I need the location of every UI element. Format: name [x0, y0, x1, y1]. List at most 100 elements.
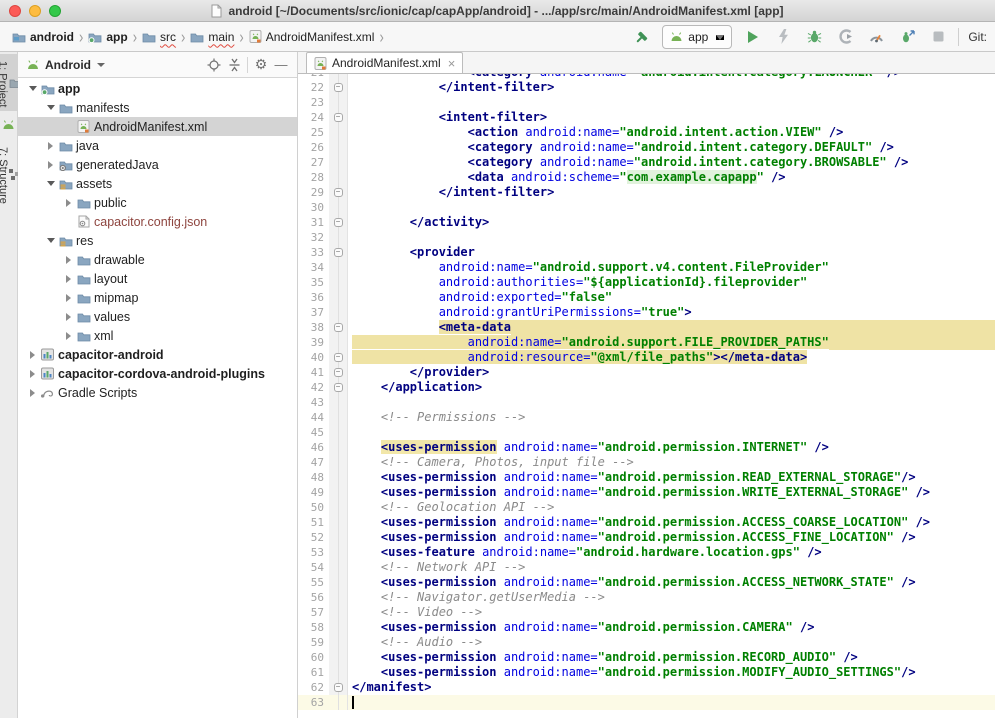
- collapse-all-icon[interactable]: [224, 55, 244, 75]
- tree-collapsed-arrow-icon[interactable]: [62, 199, 75, 207]
- code-line-30[interactable]: [348, 200, 995, 215]
- breadcrumb-item-main[interactable]: main: [188, 28, 236, 46]
- tree-item-values[interactable]: values: [18, 307, 297, 326]
- tree-item-capacitor-android[interactable]: capacitor-android: [18, 345, 297, 364]
- tree-collapsed-arrow-icon[interactable]: [62, 332, 75, 340]
- debug-button[interactable]: [803, 26, 825, 48]
- code-line-63[interactable]: [348, 695, 995, 710]
- code-line-46[interactable]: <uses-permission android:name="android.p…: [348, 440, 995, 455]
- fold-marker-icon[interactable]: −: [334, 113, 343, 122]
- apply-changes-icon[interactable]: [772, 26, 794, 48]
- code-line-44[interactable]: <!-- Permissions -->: [348, 410, 995, 425]
- code-line-60[interactable]: <uses-permission android:name="android.p…: [348, 650, 995, 665]
- android-strip-icon[interactable]: [2, 119, 15, 130]
- code-line-51[interactable]: <uses-permission android:name="android.p…: [348, 515, 995, 530]
- tree-collapsed-arrow-icon[interactable]: [44, 142, 57, 150]
- fold-marker-icon[interactable]: −: [334, 368, 343, 377]
- tree-collapsed-arrow-icon[interactable]: [44, 161, 57, 169]
- editor-tab-androidmanifest[interactable]: AndroidManifest.xml ×: [306, 52, 463, 73]
- code-line-54[interactable]: <!-- Network API -->: [348, 560, 995, 575]
- fold-marker-icon[interactable]: −: [334, 683, 343, 692]
- code-line-41[interactable]: </provider>: [348, 365, 995, 380]
- run-button[interactable]: [741, 26, 763, 48]
- locate-file-icon[interactable]: [204, 55, 224, 75]
- breadcrumb-item-android[interactable]: android: [10, 28, 76, 46]
- code-editor[interactable]: 2122−2324−2526272829−3031−3233−343536373…: [298, 74, 995, 718]
- tree-item-java[interactable]: java: [18, 136, 297, 155]
- code-line-37[interactable]: android:grantUriPermissions="true">: [348, 305, 995, 320]
- fold-marker-icon[interactable]: −: [334, 323, 343, 332]
- code-line-57[interactable]: <!-- Video -->: [348, 605, 995, 620]
- tree-item-generatedjava[interactable]: generatedJava: [18, 155, 297, 174]
- code-line-26[interactable]: <category android:name="android.intent.c…: [348, 140, 995, 155]
- tree-expanded-arrow-icon[interactable]: [44, 238, 57, 243]
- tree-item-res[interactable]: res: [18, 231, 297, 250]
- tree-item-public[interactable]: public: [18, 193, 297, 212]
- tree-item-gradle-scripts[interactable]: Gradle Scripts: [18, 383, 297, 402]
- minimize-window-button[interactable]: [29, 5, 41, 17]
- breadcrumb-item-app[interactable]: app: [86, 28, 129, 46]
- code-line-22[interactable]: </intent-filter>: [348, 80, 995, 95]
- coverage-icon[interactable]: [834, 26, 856, 48]
- tree-collapsed-arrow-icon[interactable]: [26, 389, 39, 397]
- settings-gear-icon[interactable]: ⚙: [251, 55, 271, 75]
- code-line-52[interactable]: <uses-permission android:name="android.p…: [348, 530, 995, 545]
- git-branch-label[interactable]: Git:: [968, 30, 987, 44]
- code-line-31[interactable]: </activity>: [348, 215, 995, 230]
- breadcrumb-item-src[interactable]: src: [140, 28, 178, 46]
- code-line-56[interactable]: <!-- Navigator.getUserMedia -->: [348, 590, 995, 605]
- tree-collapsed-arrow-icon[interactable]: [26, 370, 39, 378]
- code-line-45[interactable]: [348, 425, 995, 440]
- tree-expanded-arrow-icon[interactable]: [44, 181, 57, 186]
- fold-marker-icon[interactable]: −: [334, 353, 343, 362]
- tree-item-capacitor-config-json[interactable]: capacitor.config.json: [18, 212, 297, 231]
- tree-item-capacitor-cordova-android-plugins[interactable]: capacitor-cordova-android-plugins: [18, 364, 297, 383]
- attach-debugger-icon[interactable]: [896, 26, 918, 48]
- code-line-27[interactable]: <category android:name="android.intent.c…: [348, 155, 995, 170]
- stop-button[interactable]: [927, 26, 949, 48]
- tree-collapsed-arrow-icon[interactable]: [62, 313, 75, 321]
- zoom-window-button[interactable]: [49, 5, 61, 17]
- breadcrumb-item-androidmanifest-xml[interactable]: AndroidManifest.xml: [247, 28, 377, 46]
- tree-collapsed-arrow-icon[interactable]: [62, 294, 75, 302]
- code-line-34[interactable]: android:name="android.support.v4.content…: [348, 260, 995, 275]
- code-line-23[interactable]: [348, 95, 995, 110]
- run-configuration-select[interactable]: app: [662, 25, 732, 49]
- tree-item-manifests[interactable]: manifests: [18, 98, 297, 117]
- tree-item-app[interactable]: app: [18, 79, 297, 98]
- fold-marker-icon[interactable]: −: [334, 83, 343, 92]
- close-tab-icon[interactable]: ×: [448, 56, 456, 71]
- code-line-39[interactable]: android:name="android.support.FILE_PROVI…: [348, 335, 995, 350]
- tree-item-drawable[interactable]: drawable: [18, 250, 297, 269]
- fold-marker-icon[interactable]: −: [334, 218, 343, 227]
- code-line-43[interactable]: [348, 395, 995, 410]
- fold-marker-icon[interactable]: −: [334, 248, 343, 257]
- code-line-48[interactable]: <uses-permission android:name="android.p…: [348, 470, 995, 485]
- code-line-59[interactable]: <!-- Audio -->: [348, 635, 995, 650]
- code-line-42[interactable]: </application>: [348, 380, 995, 395]
- tree-collapsed-arrow-icon[interactable]: [62, 256, 75, 264]
- code-line-62[interactable]: </manifest>: [348, 680, 995, 695]
- close-window-button[interactable]: [9, 5, 21, 17]
- code-line-50[interactable]: <!-- Geolocation API -->: [348, 500, 995, 515]
- tree-expanded-arrow-icon[interactable]: [26, 86, 39, 91]
- code-line-25[interactable]: <action android:name="android.intent.act…: [348, 125, 995, 140]
- tree-collapsed-arrow-icon[interactable]: [26, 351, 39, 359]
- profiler-icon[interactable]: [865, 26, 887, 48]
- project-view-selector[interactable]: Android: [45, 58, 91, 72]
- tree-item-layout[interactable]: layout: [18, 269, 297, 288]
- tree-item-xml[interactable]: xml: [18, 326, 297, 345]
- tree-collapsed-arrow-icon[interactable]: [62, 275, 75, 283]
- code-line-61[interactable]: <uses-permission android:name="android.p…: [348, 665, 995, 680]
- code-line-58[interactable]: <uses-permission android:name="android.p…: [348, 620, 995, 635]
- code-line-32[interactable]: [348, 230, 995, 245]
- code-line-53[interactable]: <uses-feature android:name="android.hard…: [348, 545, 995, 560]
- code-line-33[interactable]: <provider: [348, 245, 995, 260]
- fold-marker-icon[interactable]: −: [334, 188, 343, 197]
- code-line-36[interactable]: android:exported="false": [348, 290, 995, 305]
- tree-expanded-arrow-icon[interactable]: [44, 105, 57, 110]
- code-line-24[interactable]: <intent-filter>: [348, 110, 995, 125]
- tree-item-assets[interactable]: assets: [18, 174, 297, 193]
- code-line-29[interactable]: </intent-filter>: [348, 185, 995, 200]
- code-line-49[interactable]: <uses-permission android:name="android.p…: [348, 485, 995, 500]
